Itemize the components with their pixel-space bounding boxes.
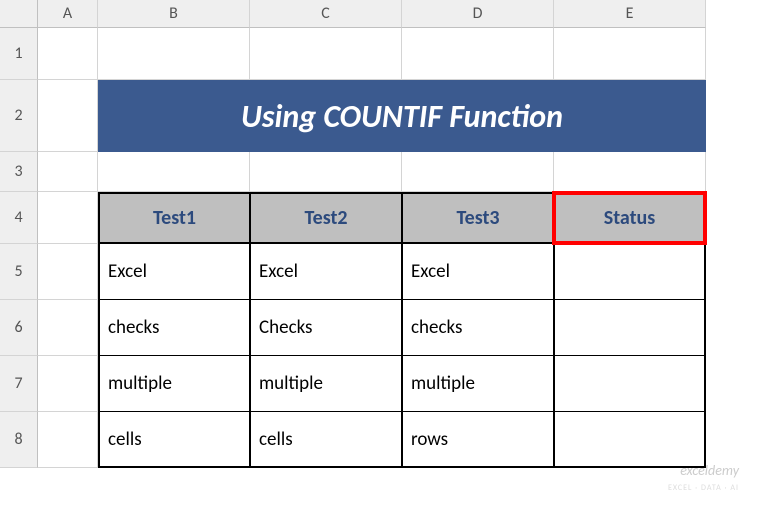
cell-e1[interactable] (554, 28, 706, 80)
cell-a6[interactable] (38, 300, 98, 356)
row-header-2[interactable]: 2 (0, 80, 38, 152)
col-header-b[interactable]: B (98, 0, 250, 28)
cell-b1[interactable] (98, 28, 250, 80)
col-header-a[interactable]: A (38, 0, 98, 28)
row-header-1[interactable]: 1 (0, 28, 38, 80)
cell-d3[interactable] (402, 152, 554, 192)
watermark-subtitle: EXCEL · DATA · AI (668, 483, 739, 493)
cell-d7[interactable]: multiple (402, 356, 554, 412)
cell-b3[interactable] (98, 152, 250, 192)
cell-e7[interactable] (554, 356, 706, 412)
cell-c5[interactable]: Excel (250, 244, 402, 300)
header-test1[interactable]: Test1 (98, 192, 250, 244)
col-header-e[interactable]: E (554, 0, 706, 28)
cell-a8[interactable] (38, 412, 98, 468)
col-header-d[interactable]: D (402, 0, 554, 28)
cell-e3[interactable] (554, 152, 706, 192)
cell-e6[interactable] (554, 300, 706, 356)
cell-e5[interactable] (554, 244, 706, 300)
cell-a4[interactable] (38, 192, 98, 244)
cell-c6[interactable]: Checks (250, 300, 402, 356)
cell-a2[interactable] (38, 80, 98, 152)
cell-a5[interactable] (38, 244, 98, 300)
cell-a1[interactable] (38, 28, 98, 80)
cell-d5[interactable]: Excel (402, 244, 554, 300)
title-merged-cell[interactable]: Using COUNTIF Function (98, 80, 706, 152)
header-status-label: Status (604, 206, 656, 230)
row-header-5[interactable]: 5 (0, 244, 38, 300)
cell-d1[interactable] (402, 28, 554, 80)
cell-c8[interactable]: cells (250, 412, 402, 468)
header-status[interactable]: Status (554, 192, 706, 244)
cell-d8[interactable]: rows (402, 412, 554, 468)
cell-e8[interactable] (554, 412, 706, 468)
cell-b8[interactable]: cells (98, 412, 250, 468)
spreadsheet-grid: A B C D E 1 2 Using COUNTIF Function 3 4… (0, 0, 767, 468)
cell-b6[interactable]: checks (98, 300, 250, 356)
row-header-8[interactable]: 8 (0, 412, 38, 468)
row-header-6[interactable]: 6 (0, 300, 38, 356)
header-test3[interactable]: Test3 (402, 192, 554, 244)
cell-c3[interactable] (250, 152, 402, 192)
header-test2[interactable]: Test2 (250, 192, 402, 244)
col-header-c[interactable]: C (250, 0, 402, 28)
row-header-7[interactable]: 7 (0, 356, 38, 412)
cell-a7[interactable] (38, 356, 98, 412)
watermark: exceldemy (680, 462, 739, 479)
cell-d6[interactable]: checks (402, 300, 554, 356)
cell-b7[interactable]: multiple (98, 356, 250, 412)
cell-b5[interactable]: Excel (98, 244, 250, 300)
cell-a3[interactable] (38, 152, 98, 192)
row-header-4[interactable]: 4 (0, 192, 38, 244)
cell-c1[interactable] (250, 28, 402, 80)
row-header-3[interactable]: 3 (0, 152, 38, 192)
cell-c7[interactable]: multiple (250, 356, 402, 412)
corner-cell[interactable] (0, 0, 38, 28)
